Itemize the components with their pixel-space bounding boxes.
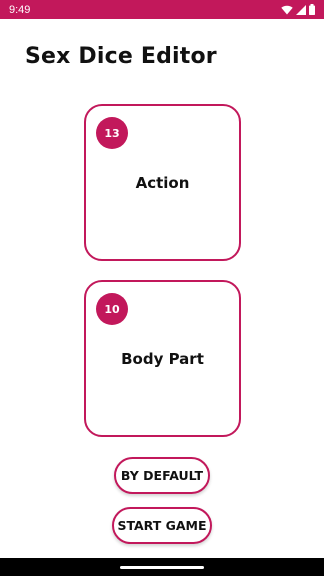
start-game-button[interactable]: START GAME [112,507,212,544]
card-label: Body Part [121,350,204,368]
status-bar: 9:49 [0,0,324,19]
dice-card-action[interactable]: 13 Action [84,104,241,261]
count-badge: 13 [96,117,128,149]
page-title: Sex Dice Editor [25,44,217,69]
battery-icon [309,4,315,15]
status-time: 9:49 [9,3,31,16]
card-label: Action [135,174,190,192]
status-icons [281,4,315,15]
signal-icon [296,4,306,15]
navigation-bar [0,558,324,576]
screen: 9:49 Sex Dice Editor 13 Action 10 Body P… [0,0,324,576]
wifi-icon [281,5,293,15]
by-default-button[interactable]: BY DEFAULT [114,457,210,494]
dice-card-body-part[interactable]: 10 Body Part [84,280,241,437]
home-gesture-handle[interactable] [120,566,204,569]
count-badge: 10 [96,293,128,325]
